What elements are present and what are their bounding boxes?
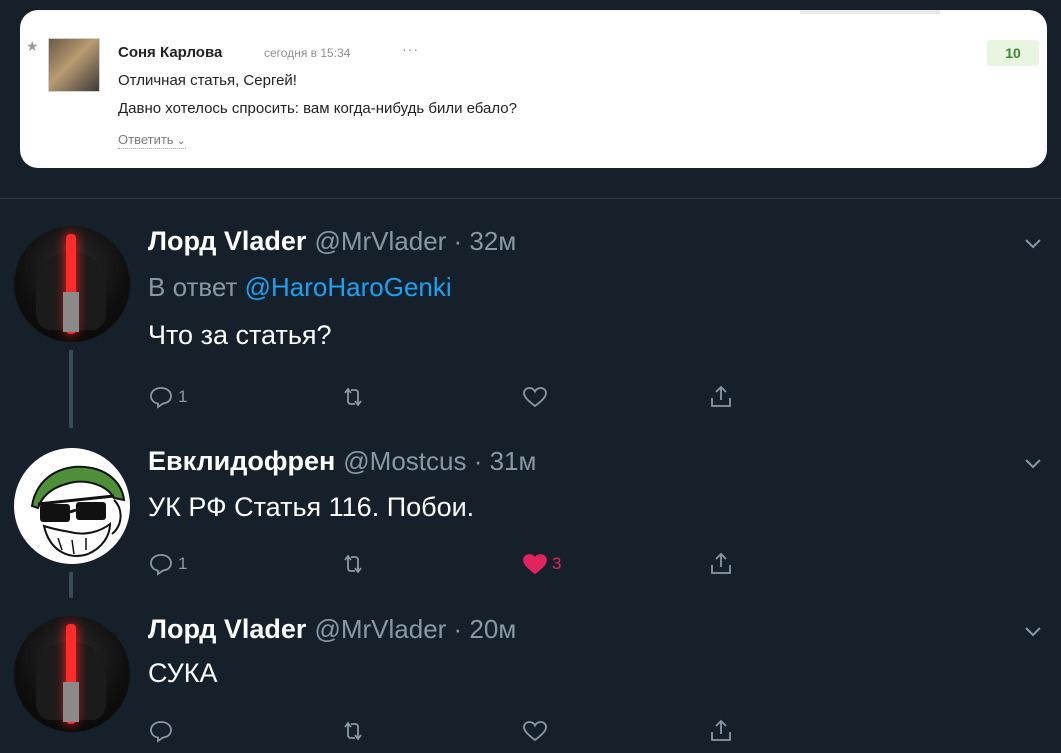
share-icon	[711, 385, 731, 407]
heart-icon	[523, 387, 547, 408]
tweet-author[interactable]: Евклидофрен @Mostcus · 31м	[148, 446, 536, 477]
embed-reply-link: Ответить ⌄	[118, 132, 186, 149]
avatar[interactable]	[14, 226, 130, 342]
share-icon	[711, 719, 731, 741]
chevron-down-icon[interactable]	[1022, 232, 1044, 254]
handle-time: @MrVlader · 32м	[314, 226, 517, 256]
like-button[interactable]: 3	[522, 547, 561, 581]
reply-prefix: В ответ	[148, 272, 238, 302]
reply-icon	[150, 387, 172, 409]
handle-time: @MrVlader · 20м	[314, 614, 517, 644]
reply-count: 1	[178, 387, 188, 406]
display-name[interactable]: Евклидофрен	[148, 446, 335, 476]
retweet-icon	[344, 387, 362, 407]
retweet-icon	[344, 721, 362, 741]
share-button[interactable]	[708, 380, 734, 414]
heart-icon	[523, 721, 547, 742]
tweet-actions: 1	[148, 380, 748, 414]
embed-comment-line-2: Давно хотелось спросить: вам когда-нибуд…	[118, 100, 517, 117]
reply-button[interactable]: 1	[148, 380, 187, 414]
display-name[interactable]: Лорд Vlader	[148, 614, 306, 644]
reply-mention-link[interactable]: @HaroHaroGenki	[245, 272, 452, 302]
star-icon: ★	[26, 38, 39, 54]
avatar[interactable]	[14, 616, 130, 732]
tweet-text: СУКА	[148, 658, 218, 688]
avatar-drawing	[30, 465, 126, 557]
share-button[interactable]	[708, 714, 734, 748]
like-button[interactable]	[522, 714, 552, 748]
avatar[interactable]	[14, 448, 130, 564]
embedded-comment-screenshot: ★ Соня Карлова сегодня в 15:34 ··· 10 От…	[20, 10, 1047, 168]
tweet-author[interactable]: Лорд Vlader @MrVlader · 20м	[148, 614, 516, 645]
divider	[0, 198, 1061, 199]
thread-line	[69, 350, 73, 428]
like-count: 3	[552, 554, 562, 573]
reply-button[interactable]	[148, 714, 178, 748]
reply-button[interactable]: 1	[148, 547, 187, 581]
thread-line	[69, 572, 73, 598]
reply-icon	[150, 554, 172, 576]
share-button[interactable]	[708, 547, 734, 581]
tweet-text: УК РФ Статья 116. Побои.	[148, 492, 475, 522]
tweet-actions	[148, 714, 748, 748]
embed-comment-line-1: Отличная статья, Сергей!	[118, 72, 297, 89]
retweet-icon	[344, 554, 362, 574]
heart-icon	[523, 554, 547, 575]
display-name[interactable]: Лорд Vlader	[148, 226, 306, 256]
share-icon	[711, 552, 731, 574]
embed-timestamp: сегодня в 15:34	[264, 46, 351, 60]
embed-top-bar	[800, 10, 940, 14]
chevron-down-icon[interactable]	[1022, 620, 1044, 642]
reply-icon	[150, 721, 172, 743]
embed-more-icon: ···	[402, 41, 419, 57]
tweet-text: Что за статья?	[148, 320, 332, 350]
avatar-hilt	[63, 292, 79, 332]
embed-reply-label: Ответить	[118, 132, 174, 147]
reply-context: В ответ @HaroHaroGenki	[148, 272, 452, 303]
embed-author-name: Соня Карлова	[118, 44, 223, 61]
reply-count: 1	[178, 554, 188, 573]
avatar-hilt	[63, 682, 79, 722]
retweet-button[interactable]	[340, 380, 370, 414]
tweet-author[interactable]: Лорд Vlader @MrVlader · 32м	[148, 226, 516, 257]
chevron-down-icon[interactable]	[1022, 452, 1044, 474]
embed-rating-badge: 10	[987, 40, 1039, 66]
chevron-down-icon: ⌄	[176, 135, 186, 147]
embed-avatar	[48, 38, 100, 92]
tweet-actions: 1 3	[148, 547, 748, 581]
like-button[interactable]	[522, 380, 552, 414]
retweet-button[interactable]	[340, 547, 370, 581]
retweet-button[interactable]	[340, 714, 370, 748]
handle-time: @Mostcus · 31м	[343, 446, 537, 476]
